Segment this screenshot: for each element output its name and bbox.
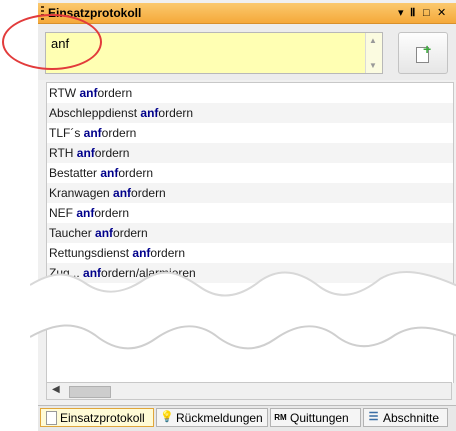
tab-label: Einsatzprotokoll (60, 411, 145, 425)
match-highlight: anf (132, 246, 151, 260)
annotation-ellipse (2, 14, 102, 70)
match-highlight: anf (83, 126, 102, 140)
list-item-text: Taucher (49, 226, 96, 240)
match-highlight: anf (76, 206, 95, 220)
match-highlight: anf (140, 106, 159, 120)
tab-label: Rückmeldungen (176, 411, 263, 425)
scroll-left-icon[interactable]: ◀ (52, 384, 60, 395)
scroll-up-icon[interactable]: ▲ (369, 36, 377, 45)
horizontal-scrollbar[interactable]: ◀ (46, 382, 452, 400)
list-item-text: ordern (131, 186, 166, 200)
close-icon[interactable]: ✕ (437, 5, 446, 21)
pin-icon[interactable]: Ⅱ (410, 5, 415, 21)
match-highlight: anf (79, 86, 98, 100)
maximize-icon[interactable]: □ (423, 5, 430, 21)
list-item-text: RTW (49, 86, 80, 100)
list-item[interactable]: Rettungsdienst anfordern (47, 243, 453, 263)
tab-einsatzprotokoll[interactable]: Einsatzprotokoll (40, 408, 154, 427)
list-item-text: Abschleppdienst (49, 106, 141, 120)
tab-quittungen[interactable]: RM Quittungen (270, 408, 361, 427)
list-item-text: TLF´s (49, 126, 84, 140)
panel-title-bar: Einsatzprotokoll ▾ Ⅱ □ ✕ (38, 3, 456, 24)
torn-edge (30, 271, 456, 350)
match-highlight: anf (100, 166, 119, 180)
list-item-text: ordern (150, 246, 186, 260)
list-item-text: RTH (49, 146, 77, 160)
list-item[interactable]: Kranwagen anfordern (47, 183, 453, 203)
match-highlight: anf (95, 226, 114, 240)
search-scrollbar[interactable]: ▲ ▼ (365, 33, 382, 73)
match-highlight: anf (76, 146, 95, 160)
tab-label: Quittungen (290, 411, 349, 425)
list-item-text: ordern (94, 146, 130, 160)
lightbulb-icon: 💡 (160, 411, 174, 423)
rm-icon: RM (274, 413, 287, 422)
list-icon: ☰ (368, 411, 379, 423)
scroll-thumb[interactable] (69, 386, 111, 398)
list-item-text: Rettungsdienst (49, 246, 133, 260)
scroll-down-icon[interactable]: ▼ (369, 61, 377, 70)
match-highlight: anf (113, 186, 132, 200)
list-item-text: Kranwagen (49, 186, 114, 200)
list-item[interactable]: TLF´s anfordern (47, 123, 453, 143)
list-item[interactable]: RTW anfordern (47, 83, 453, 103)
list-item[interactable]: NEF anfordern (47, 203, 453, 223)
list-item[interactable]: Bestatter anfordern (47, 163, 453, 183)
add-entry-button[interactable]: + (398, 32, 448, 74)
list-item-text: Bestatter (49, 166, 101, 180)
plus-icon: + (423, 41, 432, 57)
list-item-text: ordern (158, 106, 194, 120)
list-item-text: ordern (101, 126, 137, 140)
list-item[interactable]: RTH anfordern (47, 143, 453, 163)
list-item-text: ordern (94, 206, 130, 220)
list-item[interactable]: Taucher anfordern (47, 223, 453, 243)
list-item-text: ordern (97, 86, 133, 100)
page-icon (46, 411, 57, 425)
list-item[interactable]: Abschleppdienst anfordern (47, 103, 453, 123)
list-item-text: ordern (113, 226, 148, 240)
tab-rueckmeldungen[interactable]: 💡 Rückmeldungen (156, 408, 268, 427)
tab-label: Abschnitte (383, 411, 440, 425)
bottom-tab-bar: Einsatzprotokoll 💡 Rückmeldungen RM Quit… (38, 405, 456, 431)
dropdown-icon[interactable]: ▾ (398, 5, 404, 21)
list-item-text: NEF (49, 206, 77, 220)
list-item-text: ordern (118, 166, 154, 180)
tab-abschnitte[interactable]: ☰ Abschnitte (363, 408, 448, 427)
